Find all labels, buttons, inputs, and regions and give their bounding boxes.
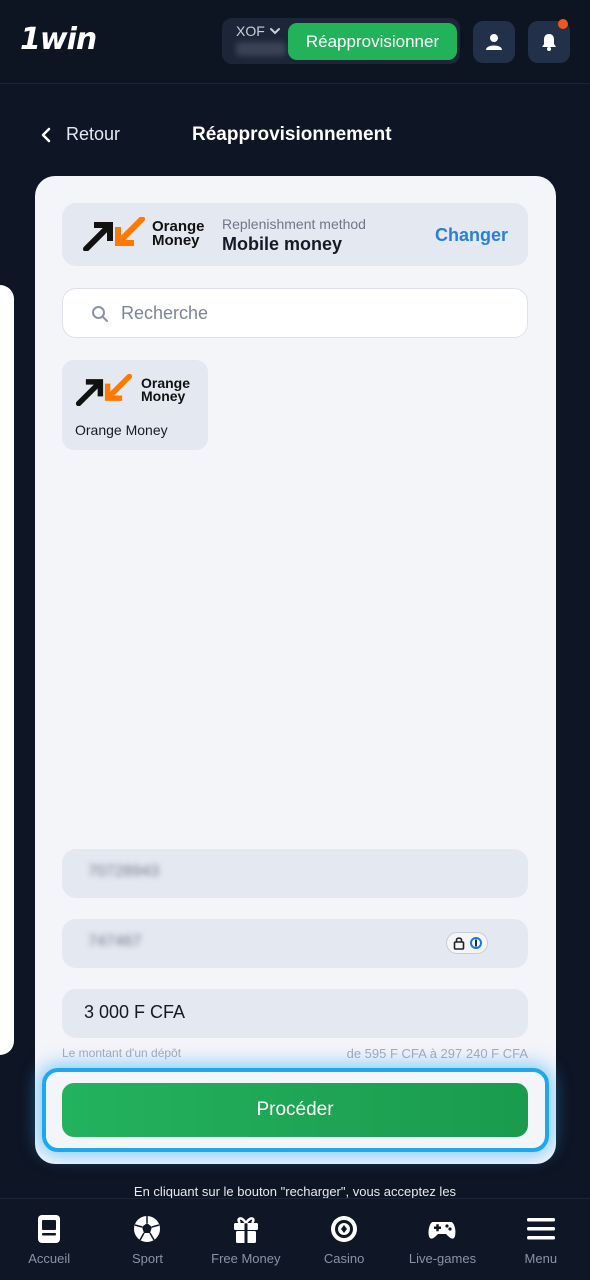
currency-selector[interactable]: XOF bbox=[236, 23, 281, 39]
deposit-card: Orange Money Replenishment method Mobile… bbox=[35, 176, 556, 1164]
terms-text: En cliquant sur le bouton "recharger", v… bbox=[133, 1184, 457, 1199]
soccer-ball-icon bbox=[134, 1216, 161, 1242]
orange-money-arrows-icon bbox=[83, 217, 145, 251]
notification-dot bbox=[558, 19, 568, 29]
nav-label: Live-games bbox=[408, 1251, 477, 1266]
page-title: Réapprovisionnement bbox=[192, 124, 392, 145]
casino-chip-icon bbox=[331, 1216, 358, 1242]
currency-code: XOF bbox=[236, 23, 265, 39]
orange-money-arrows-icon bbox=[75, 374, 133, 406]
notifications-button[interactable] bbox=[528, 19, 570, 63]
orange-money-logo: Orange Money bbox=[82, 217, 205, 251]
phone-value: 70728943 bbox=[88, 863, 160, 880]
nav-item-accueil[interactable]: Accueil bbox=[0, 1199, 98, 1280]
lock-icon bbox=[453, 937, 464, 950]
nav-label: Sport bbox=[131, 1251, 164, 1266]
proceed-button[interactable]: Procéder bbox=[62, 1083, 528, 1137]
amount-hint: Le montant d'un dépôt bbox=[62, 1046, 182, 1060]
amount-field[interactable]: 3 000 F CFA bbox=[62, 989, 528, 1038]
code-value: 747467 bbox=[88, 933, 142, 950]
phone-field[interactable]: 70728943 bbox=[62, 849, 528, 898]
gamepad-icon bbox=[429, 1222, 456, 1239]
password-manager-badge[interactable] bbox=[446, 932, 488, 954]
menu-icon bbox=[526, 1218, 555, 1240]
method-tile-label: Orange Money bbox=[75, 422, 168, 438]
side-panel-edge bbox=[0, 285, 14, 1055]
back-button[interactable]: Retour bbox=[40, 124, 120, 145]
code-field[interactable]: 747467 bbox=[62, 919, 528, 968]
nav-label: Free Money bbox=[211, 1251, 281, 1266]
nav-item-sport[interactable]: Sport bbox=[98, 1199, 196, 1280]
home-icon bbox=[38, 1215, 61, 1243]
nav-item-menu[interactable]: Menu bbox=[492, 1199, 590, 1280]
profile-button[interactable] bbox=[473, 21, 515, 63]
search-field[interactable] bbox=[62, 288, 528, 338]
back-label: Retour bbox=[66, 124, 121, 144]
nav-item-casino[interactable]: Casino bbox=[295, 1199, 393, 1280]
selected-method: Orange Money Replenishment method Mobile… bbox=[62, 203, 528, 266]
nav-label: Accueil bbox=[28, 1251, 71, 1266]
bell-icon bbox=[542, 34, 556, 51]
nav-item-free-money[interactable]: Free Money bbox=[197, 1199, 295, 1280]
brand-logo[interactable]: 1win bbox=[20, 22, 97, 57]
bottom-navigation: Accueil Sport Free Money Casino Live-gam… bbox=[0, 1198, 590, 1280]
method-value: Mobile money bbox=[222, 234, 343, 254]
method-tile-orange-money[interactable]: Orange Money Orange Money bbox=[62, 360, 208, 450]
user-icon bbox=[486, 34, 502, 50]
topup-button[interactable]: Réapprovisionner bbox=[288, 23, 457, 60]
top-header: 1win XOF Réapprovisionner bbox=[0, 0, 590, 84]
nav-label: Casino bbox=[323, 1251, 365, 1266]
method-label: Replenishment method bbox=[222, 216, 366, 232]
gift-icon bbox=[233, 1217, 258, 1243]
search-input[interactable] bbox=[121, 289, 501, 337]
orange-money-logo: Orange Money bbox=[75, 374, 190, 406]
nav-item-live-games[interactable]: Live-games bbox=[393, 1199, 491, 1280]
logo-text-money: Money bbox=[141, 388, 186, 404]
chevron-down-icon bbox=[269, 28, 280, 35]
chevron-left-icon bbox=[41, 127, 51, 142]
nav-label: Menu bbox=[524, 1251, 558, 1266]
search-icon bbox=[92, 306, 108, 322]
balance-value bbox=[236, 42, 286, 56]
password-key-icon bbox=[469, 937, 482, 949]
amount-value: 3 000 F CFA bbox=[84, 1002, 186, 1022]
amount-range: de 595 F CFA à 297 240 F CFA bbox=[346, 1046, 528, 1061]
logo-text-money: Money bbox=[152, 232, 200, 249]
change-method-link[interactable]: Changer bbox=[435, 225, 508, 246]
